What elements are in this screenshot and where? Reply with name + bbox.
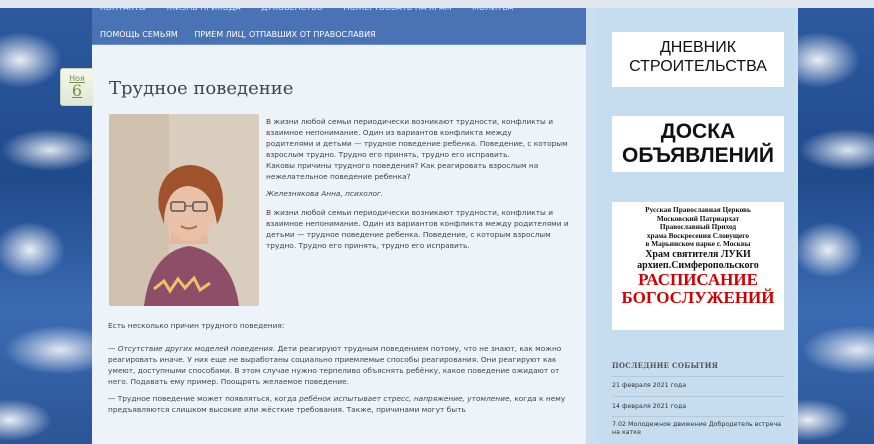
reason-paragraph: — Трудное поведение может появляться, ко… [108, 394, 566, 414]
event-link[interactable]: 21 февраля 2021 года [612, 382, 784, 390]
post-intro: В жизни любой семьи периодически возника… [266, 116, 572, 255]
intro-paragraph: В жизни любой семьи периодически возника… [266, 117, 568, 181]
banner-text: Храм святителя ЛУКИ [645, 248, 751, 260]
banner-text: СТРОИТЕЛЬСТВА [629, 58, 767, 75]
banner-text: ОБЪЯВЛЕНИЙ [622, 144, 774, 167]
banner-text: РАСПИСАНИЕ [638, 269, 758, 289]
post-body: Есть несколько причин трудного поведения… [108, 321, 576, 421]
post-title[interactable]: Трудное поведение [109, 78, 293, 99]
banner-text: в Марьинском парке г. Москвы [645, 239, 751, 248]
banner-text: БОГОСЛУЖЕНИЙ [621, 287, 775, 307]
sidebar-panel: ДНЕВНИК СТРОИТЕЛЬСТВА ДОСКА ОБЪЯВЛЕНИЙ Р… [596, 8, 794, 444]
event-link[interactable]: 14 февраля 2021 года [612, 403, 784, 411]
divider [612, 376, 784, 377]
author-credit: Железнякова Анна, психолог. [266, 189, 384, 198]
nav-link-clergy[interactable]: ДУХОВЕНСТВО [261, 3, 323, 12]
event-link[interactable]: 7.02 Молодежное движение Добродетель вст… [612, 421, 784, 437]
post-date-tab[interactable]: Ноя 6 [60, 68, 93, 106]
nav-link-parish-life[interactable]: ЖИЗНЬ ПРИХОДА [167, 3, 241, 12]
reasons-intro: Есть несколько причин трудного поведения… [108, 321, 285, 330]
nav-row-bottom: ПОМОЩЬ СЕМЬЯМ ПРИЕМ ЛИЦ, ОТПАВШИХ ОТ ПРА… [100, 30, 390, 39]
reason-paragraph: — Отсутствие других моделей поведения. Д… [108, 344, 562, 386]
nav-link-donate[interactable]: ПОЖЕРТВОВАТЬ НА ХРАМ [343, 3, 451, 12]
nav-link-reception[interactable]: ПРИЕМ ЛИЦ, ОТПАВШИХ ОТ ПРАВОСЛАВИЯ [194, 30, 375, 39]
sky-background-left [0, 0, 92, 444]
schedule-banner[interactable]: Русская Православная Церковь Московский … [612, 202, 784, 330]
author-photo [109, 114, 259, 306]
recent-events-heading: ПОСЛЕДНИЕ СОБЫТИЯ [612, 361, 719, 370]
nav-link-family-help[interactable]: ПОМОЩЬ СЕМЬЯМ [100, 30, 178, 39]
sky-background-right [798, 0, 874, 444]
repeated-paragraph: В жизни любой семьи периодически возника… [266, 208, 569, 250]
construction-diary-banner[interactable]: ДНЕВНИК СТРОИТЕЛЬСТВА [612, 32, 784, 87]
sidebar: ДНЕВНИК СТРОИТЕЛЬСТВА ДОСКА ОБЪЯВЛЕНИЙ Р… [586, 8, 798, 444]
divider [612, 416, 784, 417]
banner-text: ДОСКА [660, 120, 736, 143]
nav-link-prayer[interactable]: МОЛИТВА [472, 3, 513, 12]
nav-row-top: КОНТАКТЫ ЖИЗНЬ ПРИХОДА ДУХОВЕНСТВО ПОЖЕР… [100, 3, 531, 12]
portrait-image [109, 114, 259, 306]
banner-text: архиеп.Симферопольского [637, 259, 759, 271]
post-date-day[interactable]: 6 [61, 83, 93, 99]
divider [612, 396, 784, 397]
announcements-banner[interactable]: ДОСКА ОБЪЯВЛЕНИЙ [612, 116, 784, 172]
main-navigation: КОНТАКТЫ ЖИЗНЬ ПРИХОДА ДУХОВЕНСТВО ПОЖЕР… [92, 3, 586, 45]
nav-link-contacts[interactable]: КОНТАКТЫ [100, 3, 146, 12]
page: КОНТАКТЫ ЖИЗНЬ ПРИХОДА ДУХОВЕНСТВО ПОЖЕР… [0, 0, 874, 444]
main-content: КОНТАКТЫ ЖИЗНЬ ПРИХОДА ДУХОВЕНСТВО ПОЖЕР… [92, 3, 586, 444]
banner-text: ДНЕВНИК [659, 39, 737, 56]
